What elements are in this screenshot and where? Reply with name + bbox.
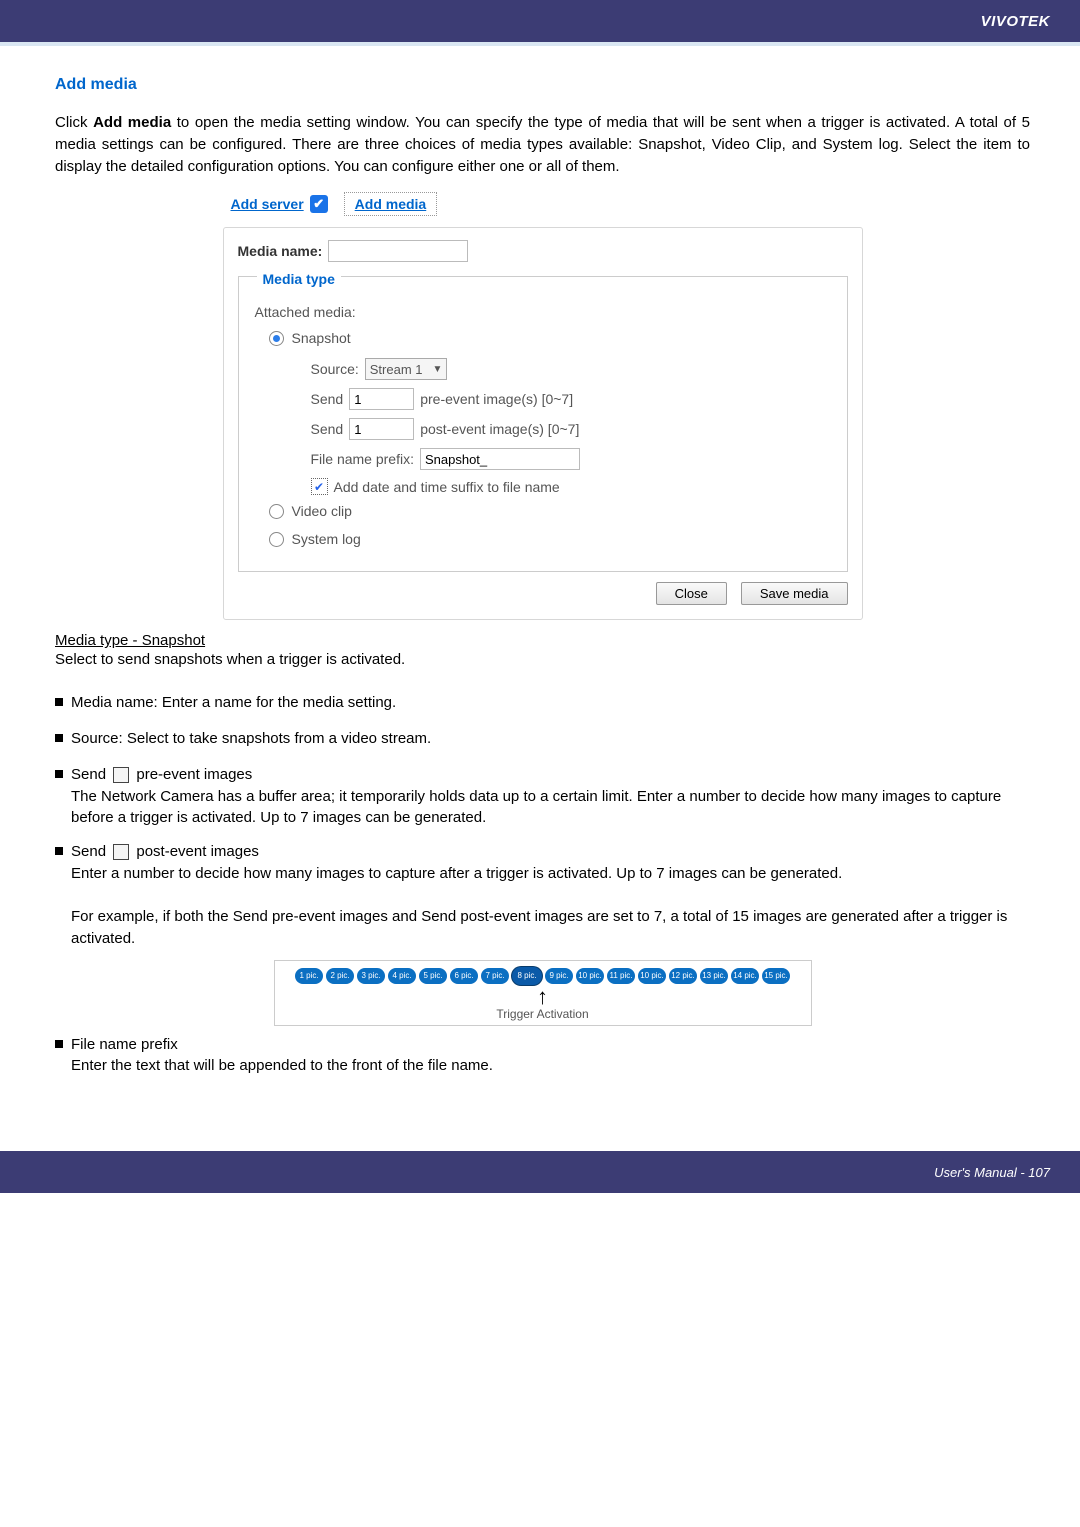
- para: Enter the text that will be appended to …: [71, 1057, 493, 1074]
- pic-chip: 3 pic.: [357, 968, 385, 984]
- footer-bar: User's Manual - 107: [0, 1151, 1080, 1193]
- check-icon: ✔: [310, 195, 328, 213]
- date-suffix-checkbox[interactable]: ✔: [311, 478, 328, 495]
- pic-chip: 12 pic.: [669, 968, 697, 984]
- source-label: Source:: [311, 361, 359, 377]
- radio-system-log[interactable]: System log: [269, 531, 835, 547]
- intro-rest: to open the media setting window. You ca…: [55, 114, 1030, 175]
- media-type-title: Media type: [257, 271, 341, 287]
- bullet-text: Send pre-event images The Network Camera…: [71, 764, 1030, 829]
- empty-box-icon: [113, 767, 129, 783]
- source-value: Stream 1: [370, 362, 423, 377]
- title: File name prefix: [71, 1036, 178, 1053]
- subsection-desc: Select to send snapshots when a trigger …: [55, 649, 1030, 670]
- pic-chip: 11 pic.: [607, 968, 635, 984]
- bullet-icon: [55, 770, 63, 778]
- pic-chip: 1 pic.: [295, 968, 323, 984]
- arrow-up-icon: ↑: [537, 987, 548, 1007]
- tail: pre-event images: [132, 766, 252, 783]
- header-bar: VIVOTEK: [0, 0, 1080, 42]
- lead: Send: [71, 766, 110, 783]
- bullet-filename-prefix: File name prefix Enter the text that wil…: [55, 1034, 1030, 1078]
- dialog-tabs: Add server ✔ Add media: [223, 187, 863, 221]
- send-label-pre: Send: [311, 391, 344, 407]
- radio-systemlog-label: System log: [292, 531, 361, 547]
- bullet-text: Send post-event images Enter a number to…: [71, 841, 1030, 950]
- para1: Enter a number to decide how many images…: [71, 865, 842, 882]
- intro-paragraph: Click Add media to open the media settin…: [55, 112, 1030, 177]
- lead: Send: [71, 843, 110, 860]
- intro-prefix: Click: [55, 114, 93, 131]
- bullet-post-event: Send post-event images Enter a number to…: [55, 841, 1030, 950]
- empty-box-icon: [113, 844, 129, 860]
- pic-chip: 6 pic.: [450, 968, 478, 984]
- radio-icon: [269, 331, 284, 346]
- trigger-figure: 1 pic. 2 pic. 3 pic. 4 pic. 5 pic. 6 pic…: [274, 960, 812, 1026]
- radio-video-label: Video clip: [292, 503, 352, 519]
- media-type-fieldset: Media type Attached media: Snapshot Sour…: [238, 276, 848, 572]
- pic-chip: 9 pic.: [545, 968, 573, 984]
- send-label-post: Send: [311, 421, 344, 437]
- pic-chip: 10 pic.: [638, 968, 666, 984]
- filename-prefix-input[interactable]: [420, 448, 580, 470]
- pics-row: 1 pic. 2 pic. 3 pic. 4 pic. 5 pic. 6 pic…: [283, 967, 803, 985]
- filename-prefix-label: File name prefix:: [311, 451, 414, 467]
- intro-bold: Add media: [93, 114, 171, 131]
- section-heading: Add media: [55, 76, 1030, 94]
- radio-icon: [269, 504, 284, 519]
- bullet-icon: [55, 847, 63, 855]
- page-content: Add media Click Add media to open the me…: [0, 46, 1080, 1111]
- bullet-pre-event: Send pre-event images The Network Camera…: [55, 764, 1030, 829]
- source-select[interactable]: Stream 1 ▼: [365, 358, 448, 380]
- pic-chip: 10 pic.: [576, 968, 604, 984]
- bullet-text: File name prefix Enter the text that wil…: [71, 1034, 493, 1078]
- caret-down-icon: ▼: [433, 364, 443, 375]
- pic-chip: 5 pic.: [419, 968, 447, 984]
- bullet-icon: [55, 698, 63, 706]
- para2: For example, if both the Send pre-event …: [71, 908, 1007, 947]
- bullet-text: Media name: Enter a name for the media s…: [71, 692, 396, 714]
- pic-chip: 15 pic.: [762, 968, 790, 984]
- attached-media-label: Attached media:: [255, 304, 835, 320]
- close-button[interactable]: Close: [656, 582, 727, 605]
- media-name-label: Media name:: [238, 243, 323, 259]
- subsection-title: Media type - Snapshot: [55, 632, 1030, 649]
- pre-event-input[interactable]: [349, 388, 414, 410]
- bullet-media-name: Media name: Enter a name for the media s…: [55, 692, 1030, 714]
- pic-chip-trigger: 8 pic.: [512, 967, 542, 985]
- para: The Network Camera has a buffer area; it…: [71, 788, 1001, 827]
- pic-chip: 13 pic.: [700, 968, 728, 984]
- radio-video-clip[interactable]: Video clip: [269, 503, 835, 519]
- post-event-suffix: post-event image(s) [0~7]: [420, 421, 579, 437]
- save-media-button[interactable]: Save media: [741, 582, 848, 605]
- date-suffix-label: Add date and time suffix to file name: [334, 479, 560, 495]
- add-server-link[interactable]: Add server: [231, 196, 304, 212]
- add-media-tab[interactable]: Add media: [344, 192, 438, 216]
- dialog-screenshot: Add server ✔ Add media Media name: Media…: [223, 187, 863, 620]
- bullet-icon: [55, 734, 63, 742]
- pic-chip: 7 pic.: [481, 968, 509, 984]
- post-event-input[interactable]: [349, 418, 414, 440]
- bullet-text: Source: Select to take snapshots from a …: [71, 728, 431, 750]
- bullet-source: Source: Select to take snapshots from a …: [55, 728, 1030, 750]
- pic-chip: 4 pic.: [388, 968, 416, 984]
- footer-text: User's Manual - 107: [934, 1165, 1050, 1180]
- radio-snapshot[interactable]: Snapshot: [269, 330, 835, 346]
- media-name-input[interactable]: [328, 240, 468, 262]
- pic-chip: 2 pic.: [326, 968, 354, 984]
- pre-event-suffix: pre-event image(s) [0~7]: [420, 391, 573, 407]
- radio-icon: [269, 532, 284, 547]
- brand-label: VIVOTEK: [981, 13, 1050, 30]
- bullet-icon: [55, 1040, 63, 1048]
- trigger-label: Trigger Activation: [496, 1007, 588, 1021]
- radio-snapshot-label: Snapshot: [292, 330, 351, 346]
- dialog-panel: Media name: Media type Attached media: S…: [223, 227, 863, 620]
- tail: post-event images: [132, 843, 259, 860]
- pic-chip: 14 pic.: [731, 968, 759, 984]
